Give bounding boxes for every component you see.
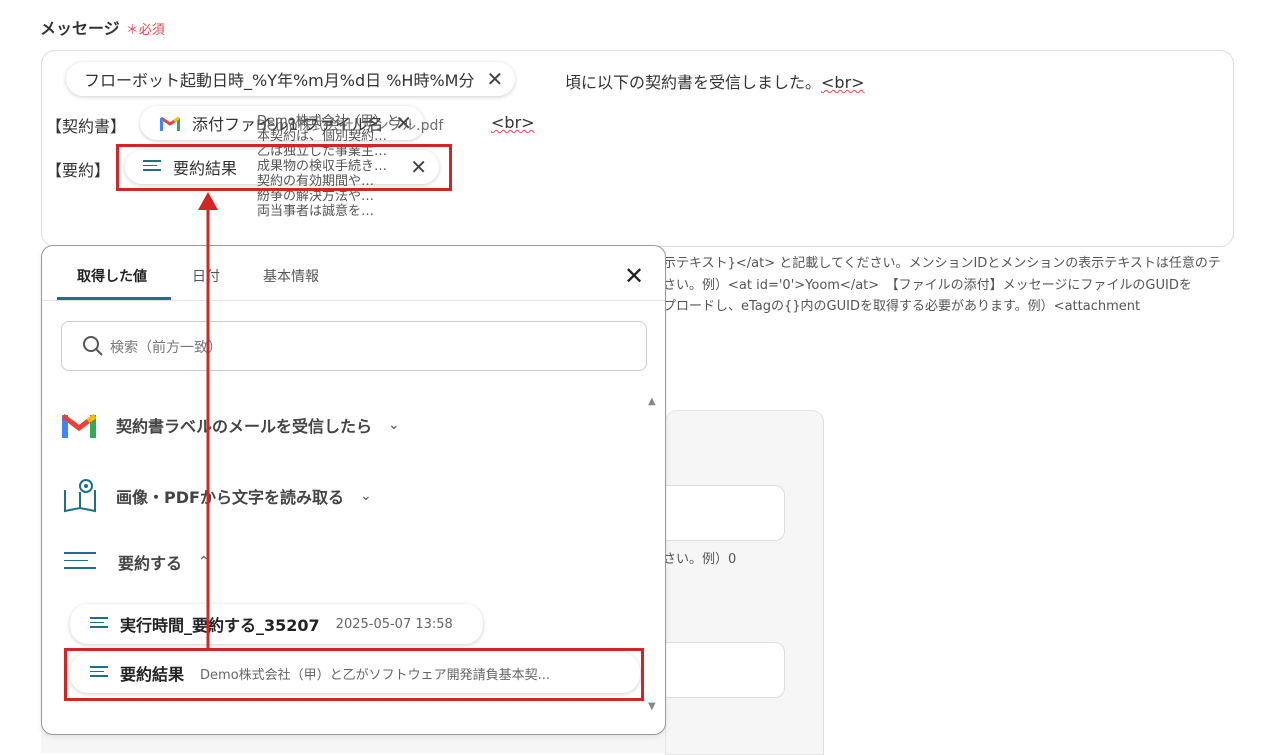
tooltip-line: Demo株式会社（甲）と… [257, 114, 413, 129]
background-input[interactable] [650, 485, 785, 541]
group-title: 契約書ラベルのメールを受信したら [116, 417, 373, 436]
tab-basic-info[interactable]: 基本情報 [263, 266, 319, 286]
variable-item-exec-time[interactable]: 実行時間_要約する_35207 2025-05-07 13:58 [70, 604, 483, 644]
search-input[interactable]: 検索（前方一致） [61, 321, 647, 371]
variable-pill-trigger-datetime[interactable]: フローボット起動日時_%Y年%m月%d日 %H時%M分 ✕ [66, 62, 516, 96]
arrow-annotation-icon [198, 192, 218, 648]
close-icon[interactable]: ✕ [486, 67, 503, 91]
message-text: 頃に以下の契約書を受信しました。<br> [565, 69, 865, 93]
tab-acquired-values[interactable]: 取得した値 [77, 266, 147, 286]
scroll-down-arrow[interactable]: ▼ [648, 701, 656, 712]
background-input[interactable] [650, 642, 785, 698]
help-text: 表示テキスト}</at> と記載してください。メンションIDとメンションの表示テ… [650, 256, 1221, 271]
tab-divider [42, 300, 665, 301]
chevron-down-icon[interactable]: ⌄ [360, 488, 372, 504]
chevron-down-icon[interactable]: ⌄ [388, 417, 400, 433]
group-summarize[interactable]: 要約する ⌃ [64, 550, 210, 574]
group-gmail-trigger[interactable]: 契約書ラベルのメールを受信したら ⌄ [62, 412, 400, 438]
gmail-icon [160, 116, 180, 131]
help-text: ださい。例）<at id='0'>Yoom</at> 【ファイルの添付】メッセー… [650, 278, 1192, 293]
close-icon[interactable]: ✕ [624, 264, 644, 288]
highlight-box-summary-item [64, 648, 644, 701]
field-label-text: メッセージ [40, 19, 120, 38]
tooltip-line: 本契約は、個別契約… [257, 129, 388, 144]
summary-prefix: 【要約】 [46, 161, 111, 180]
help-text: ップロードし、eTagの{}内のGUIDを取得する必要があります。例）<atta… [650, 299, 1141, 314]
ocr-book-icon [64, 479, 96, 513]
gmail-icon [62, 413, 96, 438]
highlight-box-summary-pill [116, 144, 452, 191]
contract-prefix: 【契約書】 [46, 117, 127, 136]
tooltip-line: 紛争の解決方法や… [257, 189, 375, 204]
pill-label: フローボット起動日時_%Y年%m月%d日 %H時%M分 [84, 71, 475, 90]
summary-lines-icon [90, 617, 108, 631]
group-title: 要約する [118, 554, 183, 573]
message-line1-text: 頃に以下の契約書を受信しました。 [565, 73, 822, 92]
group-title: 画像・PDFから文字を読み取る [116, 488, 344, 507]
search-icon [83, 336, 103, 356]
br-tag-2: <br> [491, 113, 535, 132]
required-mark: ＊必須 [125, 23, 165, 38]
tooltip-line: 両当事者は誠意を… [257, 204, 375, 219]
item-value: 2025-05-07 13:58 [335, 616, 453, 632]
background-settings-panel [665, 410, 824, 755]
br-tag: <br> [821, 73, 865, 92]
field-label: メッセージ ＊必須 [40, 15, 165, 39]
br-tag: <br> [491, 113, 535, 132]
scroll-up-arrow[interactable]: ▲ [648, 396, 656, 407]
summary-lines-icon [64, 552, 96, 572]
